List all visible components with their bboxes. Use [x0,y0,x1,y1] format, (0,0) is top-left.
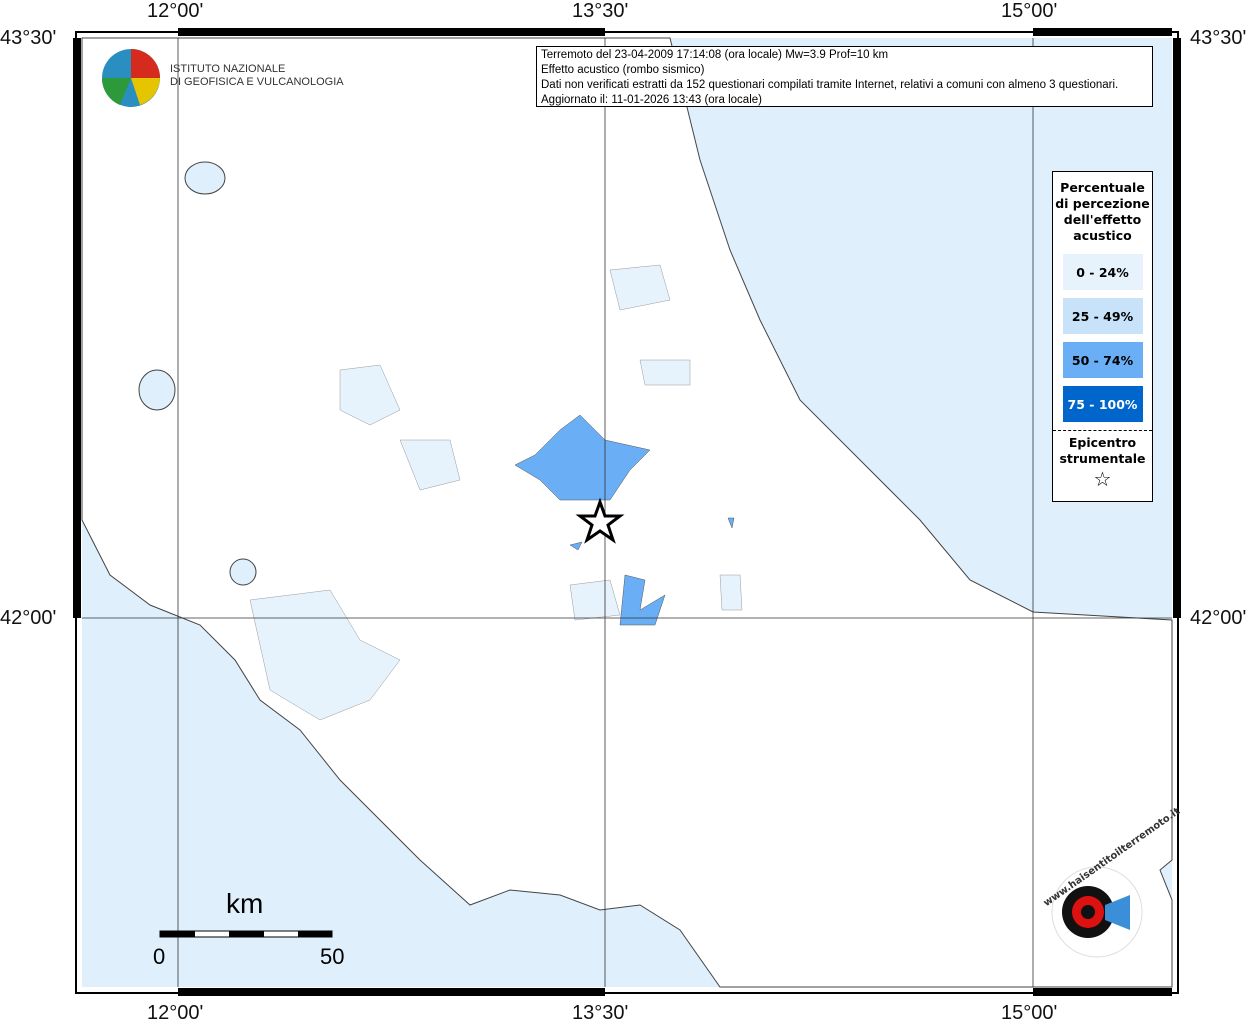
legend-epicenter-label: Epicentro strumentale [1053,430,1152,467]
haisentito-logo-icon [1051,866,1143,958]
lat-label-left-2: 42°00' [0,607,57,629]
intensity-map: 12°00' 13°30' 15°00' 12°00' 13°30' 15°00… [0,0,1255,1024]
info-line-4: Aggiornato il: 11-01-2026 13:43 (ora loc… [541,94,762,106]
scale-max: 50 [320,944,345,969]
legend-class-0: 0 - 24% [1062,254,1143,290]
ingv-logo-text: ISTITUTO NAZIONALE DI GEOFISICA E VULCANO… [170,63,344,89]
event-info-box: Terremoto del 23-04-2009 17:14:08 (ora l… [536,46,1153,107]
logo-line-2: DI GEOFISICA E VULCANOLOGIA [170,76,344,88]
lon-label-bottom-2: 13°30' [572,1002,629,1024]
lat-label-right-2: 42°00' [1190,607,1247,629]
info-line-3: Dati non verificati estratti da 152 ques… [541,79,1119,91]
legend-class-3: 75 - 100% [1062,386,1143,422]
lat-label-left-1: 43°30' [0,27,57,49]
map-canvas [73,28,1181,996]
info-line-1: Terremoto del 23-04-2009 17:14:08 (ora l… [541,49,889,61]
lon-label-top-1: 12°00' [147,0,204,22]
legend-class-1: 25 - 49% [1062,298,1143,334]
lat-label-right-1: 43°30' [1190,27,1247,49]
logo-line-1: ISTITUTO NAZIONALE [170,63,286,75]
ingv-logo-icon [101,49,160,107]
lon-label-top-2: 13°30' [572,0,629,22]
scale-min: 0 [153,944,166,969]
info-line-2: Effetto acustico (rombo sismico) [541,64,705,76]
lon-label-top-3: 15°00' [1001,0,1058,22]
scale-bar [159,930,333,938]
legend-class-2: 50 - 74% [1062,342,1143,378]
legend-star-icon: ☆ [1093,467,1112,491]
lon-label-bottom-1: 12°00' [147,1002,204,1024]
lon-label-bottom-3: 15°00' [1001,1002,1058,1024]
scale-unit: km [226,888,264,919]
legend-title: Percentuale di percezione dell'effetto a… [1055,180,1150,243]
legend: Percentuale di percezione dell'effetto a… [1052,171,1153,502]
